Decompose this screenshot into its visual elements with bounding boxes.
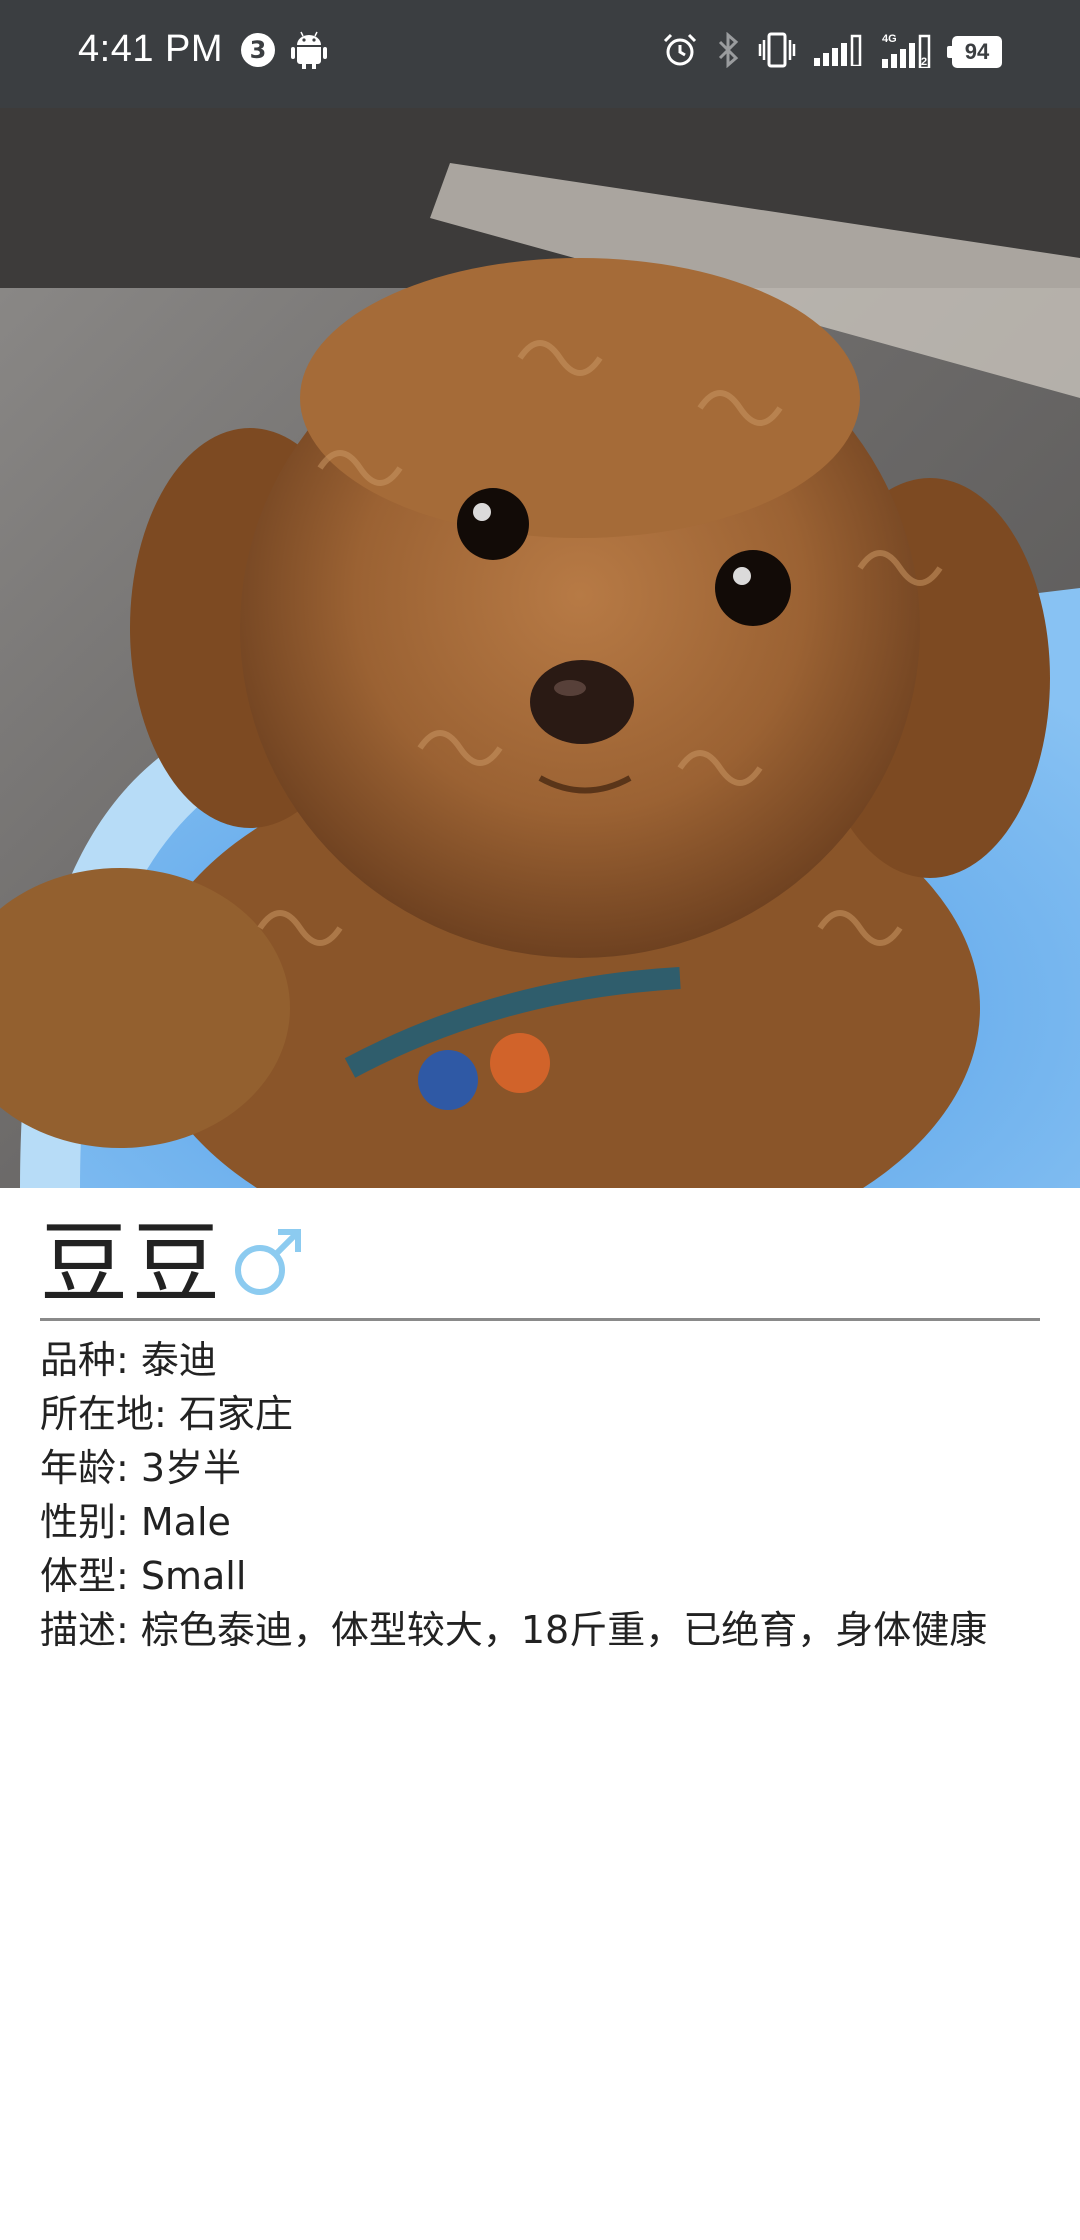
svg-text:2: 2 <box>921 56 927 68</box>
size-line: 体型: Small <box>40 1554 247 1598</box>
status-bar-right: 4G 2 94 <box>662 31 1002 72</box>
pet-name: 豆豆 <box>40 1212 225 1315</box>
pet-details: 品种: 泰迪 所在地: 石家庄 年龄: 3岁半 性别: Male 体型: Sma… <box>40 1333 1040 1657</box>
status-bar: 4:41 PM 3 4G 2 94 <box>0 0 1080 108</box>
pet-name-row: 豆豆 <box>40 1188 1040 1321</box>
alarm-icon <box>662 32 698 72</box>
svg-text:4G: 4G <box>882 33 897 45</box>
battery-icon: 94 <box>947 36 1002 68</box>
gender-line: 性别: Male <box>40 1500 231 1544</box>
status-bar-left: 4:41 PM 3 <box>78 28 328 71</box>
poodle-photo <box>0 108 1080 1188</box>
signal-4g-icon: 4G 2 <box>882 32 934 72</box>
male-gender-icon <box>230 1224 306 1304</box>
breed-line: 品种: 泰迪 <box>40 1338 217 1382</box>
description-line: 描述: 棕色泰迪，体型较大，18斤重，已绝育，身体健康 <box>40 1608 988 1652</box>
android-icon <box>291 31 328 69</box>
notification-count-badge: 3 <box>241 32 276 67</box>
signal-icon <box>814 34 864 70</box>
status-time: 4:41 PM <box>78 28 224 70</box>
vibrate-icon <box>758 32 796 72</box>
bluetooth-icon <box>716 31 740 72</box>
age-line: 年龄: 3岁半 <box>40 1446 242 1490</box>
pet-photo <box>0 108 1080 1188</box>
pet-info: 豆豆 品种: 泰迪 所在地: 石家庄 年龄: 3岁半 性别: Male 体型: … <box>40 1188 1040 1657</box>
location-line: 所在地: 石家庄 <box>40 1392 293 1436</box>
